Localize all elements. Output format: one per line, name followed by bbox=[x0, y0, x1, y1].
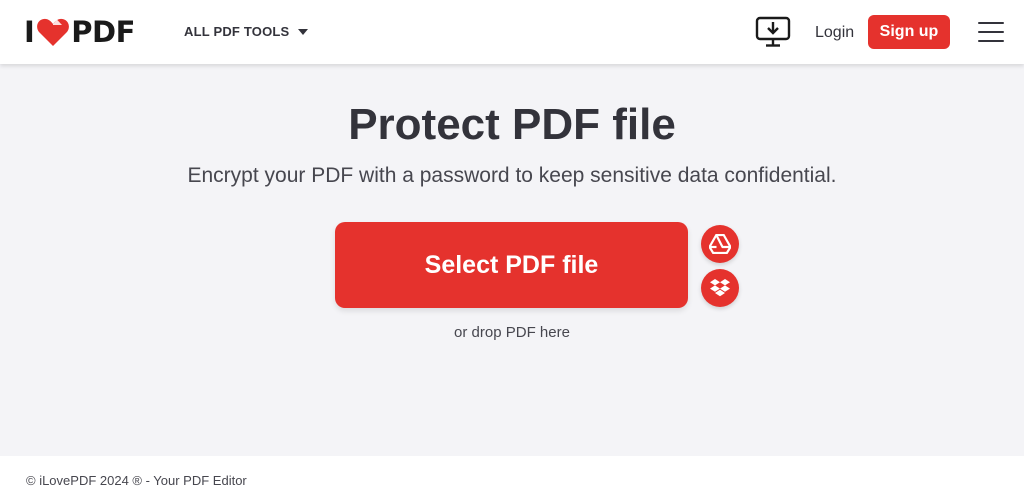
hamburger-menu-icon[interactable] bbox=[978, 22, 1004, 42]
footer-copyright: © iLovePDF 2024 ® - Your PDF Editor bbox=[26, 473, 247, 488]
google-drive-icon bbox=[709, 234, 731, 254]
login-link[interactable]: Login bbox=[815, 24, 854, 42]
signup-button[interactable]: Sign up bbox=[868, 15, 950, 49]
all-pdf-tools-menu[interactable]: ALL PDF TOOLS bbox=[184, 24, 309, 39]
logo-letter-i: I bbox=[24, 15, 35, 49]
all-pdf-tools-label: ALL PDF TOOLS bbox=[184, 24, 290, 39]
desktop-download-icon[interactable] bbox=[755, 16, 791, 48]
dropbox-icon bbox=[710, 279, 730, 297]
page-subtitle: Encrypt your PDF with a password to keep… bbox=[187, 164, 837, 187]
heart-icon bbox=[37, 18, 70, 46]
footer: © iLovePDF 2024 ® - Your PDF Editor bbox=[0, 456, 1024, 492]
page-title: Protect PDF file bbox=[348, 100, 676, 149]
select-pdf-file-button[interactable]: Select PDF file bbox=[335, 222, 688, 308]
google-drive-button[interactable] bbox=[701, 225, 739, 263]
logo-letters-pdf: PDF bbox=[71, 15, 135, 49]
caret-down-icon bbox=[298, 28, 309, 35]
ilovepdf-logo[interactable]: I PDF bbox=[24, 15, 135, 49]
dropbox-button[interactable] bbox=[701, 269, 739, 307]
top-navbar: I PDF ALL PDF TOOLS Login Sign up bbox=[0, 0, 1024, 64]
drop-pdf-hint: or drop PDF here bbox=[454, 324, 570, 341]
